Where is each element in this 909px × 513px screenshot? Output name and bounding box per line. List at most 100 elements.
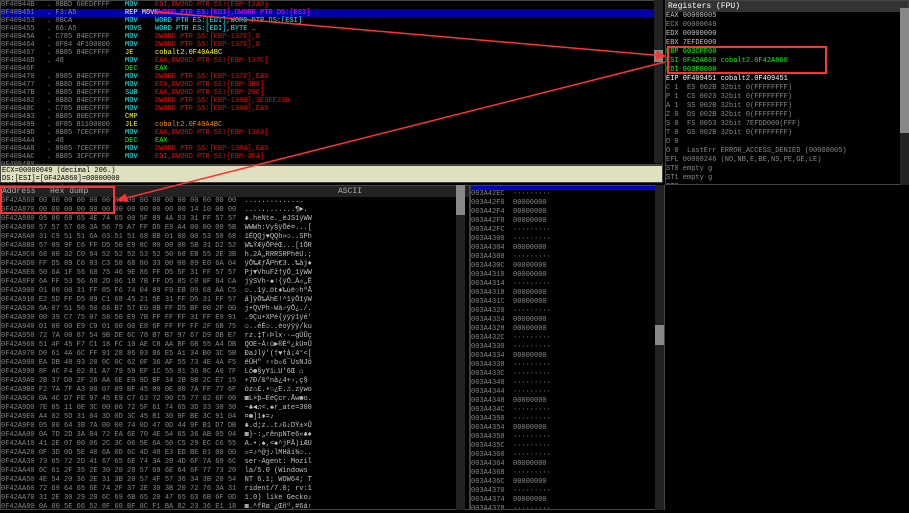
register-line[interactable]: ESI 0F42A860 cobalt2.0F42A860 xyxy=(666,57,908,66)
stack-row[interactable]: 003A4344 ········· xyxy=(471,388,664,397)
stack-row[interactable]: 003A4328 00000000 xyxy=(471,325,664,334)
disasm-row[interactable]: 0F40947B. 8B85 84ECFFFFSUB EAX,DWORD PTR… xyxy=(1,89,662,97)
hex-row[interactable]: 0F42AA20 0F 3D 0D 5E 40 6A 0D 6C 4D 48 E… xyxy=(1,449,469,458)
scrollbar-thumb[interactable] xyxy=(655,325,664,345)
stack-row[interactable]: 003A4354 00000000 xyxy=(471,424,664,433)
disasm-row[interactable]: 0F409482. 8B8D 84ECFFFFMOV DWORD PTR SS:… xyxy=(1,97,662,105)
hexdump-pane[interactable]: Address Hex dump ASCII 0F42A860 00 00 00… xyxy=(0,185,470,510)
disasm-row[interactable]: 0F40949D. 8B85 7CECFFFFMOV EAX,DWORD PTR… xyxy=(1,129,662,137)
hex-row[interactable]: 0F42A8A0 31 C9 51 51 6A 03 51 51 68 BB 0… xyxy=(1,233,469,242)
hex-row[interactable]: 0F42A860 00 00 00 00 00 00 00 00 00 00 0… xyxy=(1,197,469,206)
hex-row[interactable]: 0F42AA40 6C 61 2F 35 2E 30 20 28 57 69 6… xyxy=(1,467,469,476)
stack-row[interactable]: 003A4310 00000000 xyxy=(471,271,664,280)
registers-pane[interactable]: Registers (FPU) EAX 00000005ECX 00000049… xyxy=(665,0,909,185)
hex-row[interactable]: 0F42A990 8F 4C F4 02 81 A7 79 59 EF 1C 5… xyxy=(1,368,469,377)
stack-row[interactable]: 003A4318 00000000 xyxy=(471,289,664,298)
stack-row[interactable]: 003A4330 ········· xyxy=(471,343,664,352)
stack-row[interactable]: 003A436C 00000000 xyxy=(471,478,664,487)
stack-row[interactable]: 003A432C ········· xyxy=(471,334,664,343)
stack-row[interactable]: 003A42F0 00000000 xyxy=(471,199,664,208)
stack-row[interactable]: 003A4340 ········· xyxy=(471,379,664,388)
register-line[interactable]: O 0 LastErr ERROR_ACCESS_DENIED (0000000… xyxy=(666,147,908,156)
register-line[interactable]: EFL 00000246 (NO,NB,E,BE,NS,PE,GE,LE) xyxy=(666,156,908,165)
stack-row[interactable]: 003A4358 ········· xyxy=(471,433,664,442)
hex-row[interactable]: 0F42A950 72 7A 00 87 54 9B DE 6C 78 B7 B… xyxy=(1,332,469,341)
disasm-row[interactable]: 0F409499. 0F85 81100000JLE cobalt2.0F40A… xyxy=(1,121,662,129)
scrollbar-thumb[interactable] xyxy=(654,50,663,62)
disasm-row[interactable]: 0F409470. 8985 84ECFFFFMOV DWORD PTR SS:… xyxy=(1,73,662,81)
disasm-row[interactable]: 0F409455. 66:A5MOVS WORD PTR ES:[EDI],BY… xyxy=(1,25,662,33)
register-line[interactable]: ST0 empty g xyxy=(666,165,908,174)
disasm-row[interactable]: 0F409453. 8BCAMOV WORD PTR ES:[EDI],WORD… xyxy=(1,17,662,25)
hex-row[interactable]: 0F42A9A0 2B 37 D0 2F 26 AA 6E E0 9D BF 3… xyxy=(1,377,469,386)
stack-row[interactable]: 003A4348 00000000 xyxy=(471,397,664,406)
stack-row[interactable]: 003A4324 00000000 xyxy=(471,316,664,325)
hex-row[interactable]: 0F42A880 05 00 68 65 4E 74 65 00 5F 89 4… xyxy=(1,215,469,224)
register-line[interactable]: EAX 00000005 xyxy=(666,12,908,21)
disasm-row[interactable]: 0F40948C. C785 80ECFFFFMOV DWORD PTR SS:… xyxy=(1,105,662,113)
register-line[interactable]: EDX 00000000 xyxy=(666,30,908,39)
stack-row[interactable]: 003A4350 ········· xyxy=(471,415,664,424)
disassembly-pane[interactable]: 0F40944B. 8BBD 60EDFFFFMOV EDI,DWORD PTR… xyxy=(0,0,663,165)
disasm-row[interactable]: 0F4094A8. 8985 7CECFFFFMOV DWORD PTR SS:… xyxy=(1,145,662,153)
disasm-row[interactable]: 0F4094A4. 48DEC EAX xyxy=(1,137,662,145)
stack-row[interactable]: 003A434C ········· xyxy=(471,406,664,415)
scrollbar-thumb[interactable] xyxy=(456,185,465,215)
disasm-row[interactable]: 0F4094AC. 8B85 3CFCFFFFMOV EDI,DWORD PTR… xyxy=(1,153,662,161)
hex-row[interactable]: 0F42A8C0 68 00 32 C0 84 52 52 52 53 52 5… xyxy=(1,251,469,260)
disasm-row[interactable]: 0F40945A. C785 84ECFFFFMOV DWORD PTR SS:… xyxy=(1,33,662,41)
disasm-row[interactable]: 0F409464. 0F84 4F100000MOV DWORD PTR SS:… xyxy=(1,41,662,49)
stack-row[interactable]: 003A4304 00000000 xyxy=(471,244,664,253)
register-line[interactable]: A 1 SS 002B 32bit 0(FFFFFFFF) xyxy=(666,102,908,111)
disasm-row[interactable]: 0F409451. F3:A5REP MOVS DWORD PTR ES:[ED… xyxy=(1,9,662,17)
disasm-row[interactable]: 0F409467. 8B85 84ECFFFFJE cobalt2.0F40A4… xyxy=(1,49,662,57)
stack-row[interactable]: 003A4314 ········· xyxy=(471,280,664,289)
hex-row[interactable]: 0F42AA30 73 65 72 2D 41 67 65 6E 74 3A 2… xyxy=(1,458,469,467)
scrollbar-track[interactable] xyxy=(654,0,663,163)
hex-row[interactable]: 0F42A8E0 50 6A 1F 56 68 75 46 9E 86 FF D… xyxy=(1,269,469,278)
hex-row[interactable]: 0F42A870 00 00 00 00 00 00 00 00 00 00 0… xyxy=(1,206,469,215)
hex-row[interactable]: 0F42A920 6A 07 51 56 50 68 B7 57 E0 0B F… xyxy=(1,305,469,314)
stack-row[interactable]: 003A4370 ········· xyxy=(471,487,664,496)
register-line[interactable]: EIP 0F409451 cobalt2.0F409451 xyxy=(666,75,908,84)
register-line[interactable]: ECX 00000049 xyxy=(666,21,908,30)
stack-row[interactable]: 003A4374 00000000 xyxy=(471,496,664,505)
hex-row[interactable]: 0F42A9B0 F2 7A 7F A3 00 07 09 BF 45 00 0… xyxy=(1,386,469,395)
stack-row[interactable]: 003A4338 ········· xyxy=(471,361,664,370)
hex-row[interactable]: 0F42A930 00 39 C7 75 07 58 50 E9 7B FF F… xyxy=(1,314,469,323)
hex-row[interactable]: 0F42A8F0 6A FF 53 56 68 2D 06 18 7B FF D… xyxy=(1,278,469,287)
stack-row[interactable]: 003A431C 00000000 xyxy=(471,298,664,307)
stack-row[interactable]: 003A42EC ········· xyxy=(471,190,664,199)
scrollbar-track[interactable] xyxy=(655,185,664,510)
scrollbar-thumb[interactable] xyxy=(900,8,909,133)
hex-row[interactable]: 0F42A940 01 00 00 E9 C9 01 00 00 E8 6F F… xyxy=(1,323,469,332)
register-line[interactable]: P 1 CS 0023 32bit 0(FFFFFFFF) xyxy=(666,93,908,102)
hex-row[interactable]: 0F42A960 51 4F 45 F7 C1 18 FC 10 AE C8 A… xyxy=(1,341,469,350)
hex-row[interactable]: 0F42A970 D0 61 4A 6C FF 91 28 86 03 86 E… xyxy=(1,350,469,359)
stack-row[interactable]: 003A42F4 00000000 xyxy=(471,208,664,217)
disasm-row[interactable]: 0F40946FDEC EAX xyxy=(1,65,662,73)
hex-row[interactable]: 0F42A8D0 FF D5 89 C6 83 C3 50 68 80 33 0… xyxy=(1,260,469,269)
hex-row[interactable]: 0F42A8B0 57 89 9F C6 FF D5 50 E9 8C 00 0… xyxy=(1,242,469,251)
disasm-row[interactable]: 0F409493. 8B85 80ECFFFFCMP xyxy=(1,113,662,121)
disasm-row[interactable]: 0F40946D. 48MOV EAX,DWORD PTR SS:[EBP-13… xyxy=(1,57,662,65)
stack-row[interactable]: 003A4308 ········· xyxy=(471,253,664,262)
stack-row[interactable]: 003A42F8 00000000 xyxy=(471,217,664,226)
hex-row[interactable]: 0F42AA80 0A 00 5E 66 52 8F 60 BF 8C F1 B… xyxy=(1,503,469,510)
stack-row[interactable]: 003A4360 ········· xyxy=(471,451,664,460)
register-line[interactable]: EBP 003CFF00 xyxy=(666,48,908,57)
hex-row[interactable]: 0F42A910 E2 5D FF D5 89 C1 68 45 21 5E 3… xyxy=(1,296,469,305)
register-line[interactable]: ST1 empty g xyxy=(666,174,908,183)
stack-row[interactable]: 003A4334 00000000 xyxy=(471,352,664,361)
hex-row[interactable]: 0F42A890 57 57 57 68 3A 56 79 A7 FF D5 E… xyxy=(1,224,469,233)
disasm-row[interactable]: 0F409477. 8B8D 84ECFFFFMOV ECX,DWORD PTR… xyxy=(1,81,662,89)
stack-row[interactable]: 003A430C 00000000 xyxy=(471,262,664,271)
stack-row[interactable]: 003A4368 ········· xyxy=(471,469,664,478)
hex-row[interactable]: 0F42AA00 0A 7D 2D 3A 84 72 EA 6E 70 4E 5… xyxy=(1,431,469,440)
hex-row[interactable]: 0F42AA10 41 2E 07 00 06 2C 3C 06 5E 6A 5… xyxy=(1,440,469,449)
stack-row[interactable]: 003A433C ········· xyxy=(471,370,664,379)
register-line[interactable]: S 0 FS 0053 32bit 7EFDD000(FFF) xyxy=(666,120,908,129)
register-line[interactable]: T 0 GS 002B 32bit 0(FFFFFFFF) xyxy=(666,129,908,138)
register-line[interactable]: C 1 ES 002B 32bit 0(FFFFFFFF) xyxy=(666,84,908,93)
scrollbar-track[interactable] xyxy=(456,185,465,510)
